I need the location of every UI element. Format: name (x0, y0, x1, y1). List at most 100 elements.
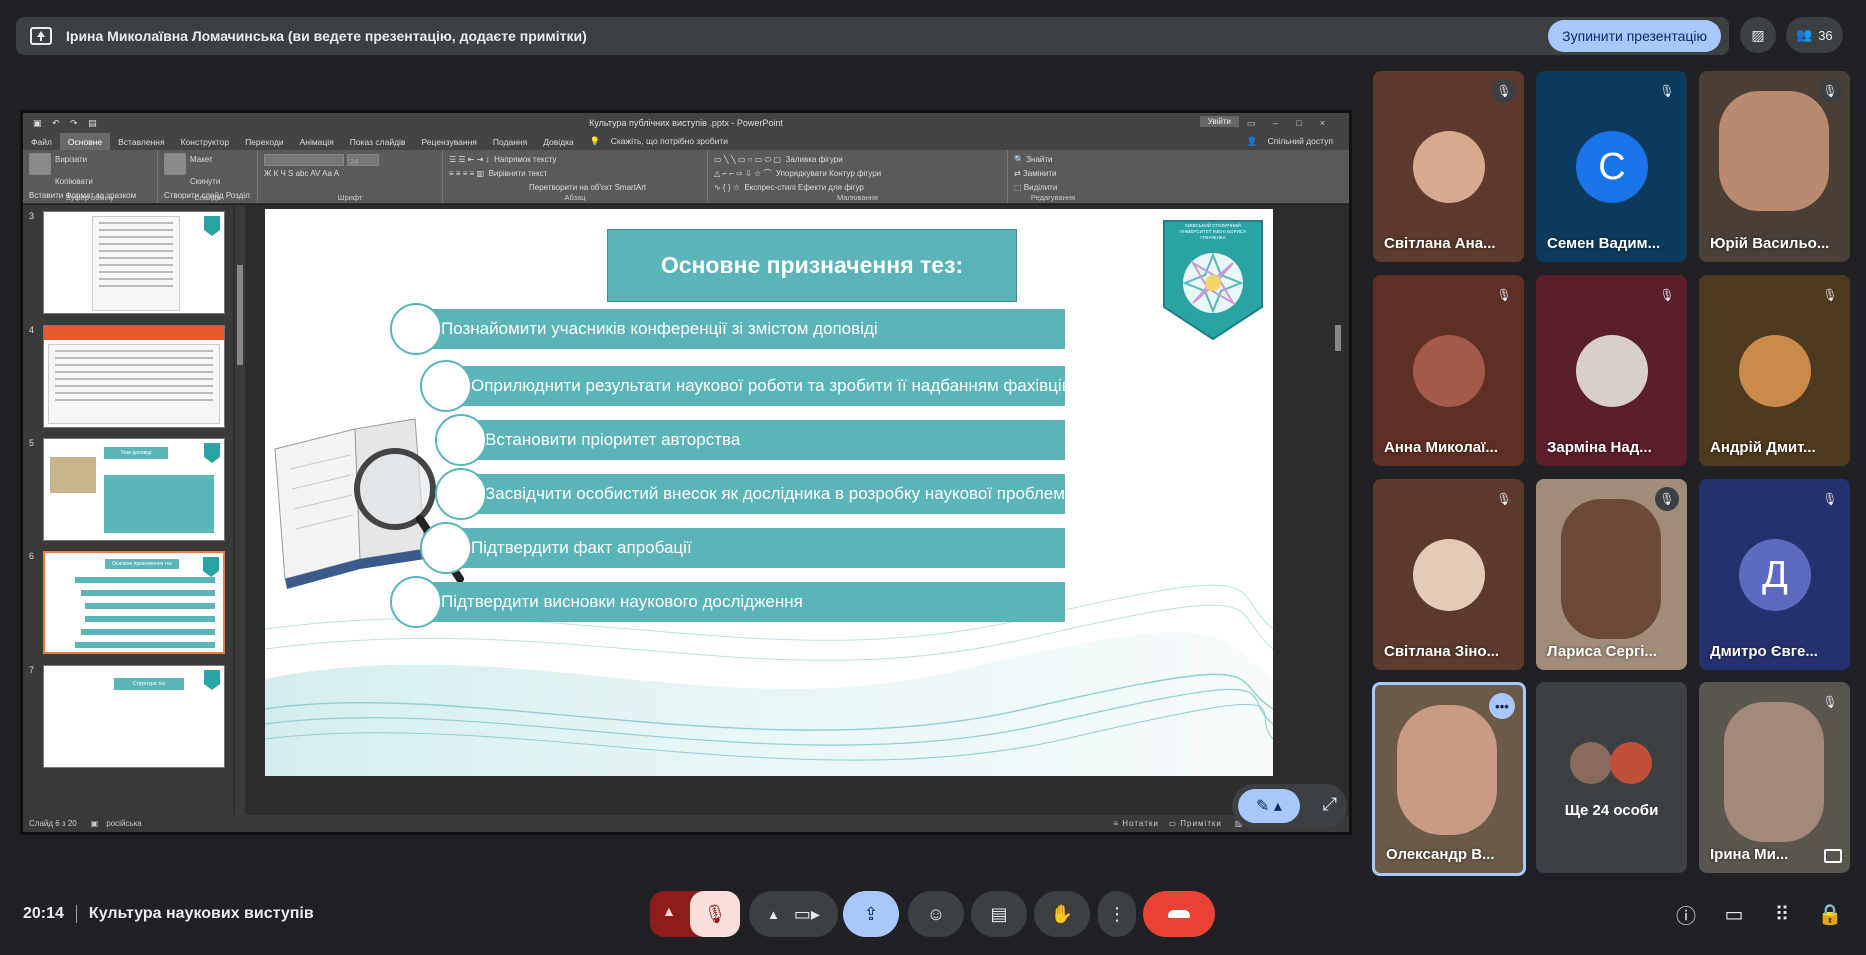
spellcheck-icon[interactable]: ▣ (91, 819, 99, 828)
info-icon[interactable]: ⓘ (1672, 900, 1700, 928)
shapes-gallery-2[interactable]: △ ⌐ ⌐ ⇨ ⇩ ☆ ⌒ (714, 169, 771, 178)
participant-tile[interactable]: 🎙 Зарміна Над... (1536, 275, 1687, 466)
participant-tile[interactable]: С 🎙 Семен Вадим... (1536, 71, 1687, 262)
language-label[interactable]: російська (106, 819, 141, 828)
mic-off-icon: 🎙 (1818, 487, 1842, 511)
comments-button[interactable]: ▭ Примітки (1169, 819, 1222, 828)
slide-thumbnail-7[interactable]: Структура тез (43, 665, 225, 768)
thumb-number: 5 (29, 438, 35, 448)
bullet-circle (435, 414, 487, 466)
replace-button[interactable]: Замінити (1023, 169, 1057, 178)
arrange-button[interactable]: Упорядкувати (776, 169, 827, 178)
thumb-title: Тези доповіді (104, 447, 168, 459)
camera-toggle[interactable]: ▲ ▭▸ (749, 891, 838, 937)
ppt-menu-tabs: Файл Основне Вставлення Конструктор Пере… (23, 133, 1349, 150)
align-buttons[interactable]: ≡ ≡ ≡ ≡ ▥ (449, 169, 484, 178)
ppt-tab-transitions[interactable]: Переходи (237, 137, 292, 147)
thumb-logo-icon (204, 216, 220, 236)
font-format-buttons[interactable]: Ж К Ч S abc AV Aa A (264, 167, 436, 181)
ppt-tab-review[interactable]: Рецензування (413, 137, 484, 147)
reactions-button[interactable]: ☺ (908, 891, 964, 937)
captions-button[interactable]: ▤ (971, 891, 1027, 937)
thumb-number: 3 (29, 211, 35, 221)
ppt-tab-animation[interactable]: Анімація (292, 137, 342, 147)
participant-tile[interactable]: 🎙 Лариса Сергі... (1536, 479, 1687, 670)
participant-tile[interactable]: 🎙 Юрій Васильо... (1699, 71, 1850, 262)
shape-effects-button[interactable]: Ефекти для фігур (798, 183, 864, 192)
present-button[interactable]: ⇪ (843, 891, 899, 937)
ppt-tab-view[interactable]: Подання (485, 137, 535, 147)
slide-thumbnail-6-selected[interactable]: Основне призначення тез (43, 551, 225, 654)
participant-tile-speaking[interactable]: ••• Олександр В... (1372, 682, 1526, 876)
slide-thumbnail-3[interactable] (43, 211, 225, 314)
participant-tile[interactable]: 🎙 Світлана Зіно... (1373, 479, 1524, 670)
font-name-box[interactable] (264, 153, 344, 166)
ppt-share-button[interactable]: 👤 Спільний доступ (1239, 136, 1349, 147)
reset-button[interactable]: Скинути (190, 175, 251, 189)
ppt-tab-design[interactable]: Конструктор (173, 137, 237, 147)
ppt-tell-me[interactable]: 💡 Скажіть, що потрібно зробити (582, 136, 744, 147)
participant-name: Анна Миколаї... (1384, 439, 1498, 456)
ppt-tab-file[interactable]: Файл (23, 137, 60, 147)
mic-off-icon: 🎙 (1818, 79, 1842, 103)
mic-off-icon: 🎙 (1822, 695, 1838, 709)
list-buttons[interactable]: ☰ ☰ ⇤ ⇥ ↕ (449, 155, 490, 164)
find-button[interactable]: Знайти (1026, 155, 1052, 164)
new-slide-icon[interactable] (164, 153, 186, 175)
ppt-window-controls[interactable]: ▭–□× (1247, 118, 1343, 129)
ribbon-drawing: ▭ ╲ ╲ ▭ ○ ▭ ⬭ ▢ Заливка фігури △ ⌐ ⌐ ⇨ ⇩… (708, 150, 1008, 203)
ppt-tab-home[interactable]: Основне (59, 133, 111, 150)
annotation-pen-button[interactable]: ✎ ▴ (1238, 789, 1300, 823)
cut-button[interactable]: Вирізати (55, 155, 87, 164)
ppt-tab-insert[interactable]: Вставлення (110, 137, 172, 147)
participant-tile[interactable]: 🎙 Світлана Ана... (1373, 71, 1524, 262)
microphone-toggle[interactable]: 🎙 (690, 891, 740, 937)
shapes-gallery[interactable]: ▭ ╲ ╲ ▭ ○ ▭ ⬭ ▢ (714, 155, 781, 164)
slide-scrollbar[interactable] (1333, 205, 1343, 815)
mic-off-icon: 🎙 (1492, 283, 1516, 307)
slide-thumbnail-4[interactable] (43, 325, 225, 428)
copy-button[interactable]: Копіювати (55, 175, 151, 189)
shapes-gallery-3[interactable]: ∿ { } ☆ (714, 183, 740, 192)
host-controls-icon[interactable]: 🔒 (1816, 900, 1844, 928)
participant-tile[interactable]: Д 🎙 Дмитро Євге... (1699, 479, 1850, 670)
shape-outline-button[interactable]: Контур фігури (829, 169, 881, 178)
text-direction-button[interactable]: Напрямок тексту (494, 155, 556, 164)
thumb-bar (85, 616, 215, 622)
select-button[interactable]: Виділити (1024, 183, 1058, 192)
more-options-button[interactable]: ⋮ (1098, 891, 1136, 937)
logo-text: КИЇВСЬКИЙ СТОЛИЧНИЙ УНІВЕРСИТЕТ ІМЕНІ БО… (1179, 223, 1247, 240)
meeting-title: Культура наукових виступів (88, 905, 314, 922)
participant-tile[interactable]: 🎙 Анна Миколаї... (1373, 275, 1524, 466)
ppt-tab-help[interactable]: Довідка (535, 137, 582, 147)
font-group-label: Шрифт (337, 193, 363, 202)
picture-in-picture-icon[interactable] (1824, 849, 1842, 863)
ppt-login-button[interactable]: Увійти (1199, 116, 1239, 127)
expand-icon[interactable]: ⤢ (1323, 794, 1337, 815)
participant-name: Андрій Дмит... (1710, 439, 1816, 456)
layout-button[interactable]: Макет (190, 155, 213, 164)
raise-hand-button[interactable]: ✋ (1034, 891, 1090, 937)
participant-tile[interactable]: 🎙 Андрій Дмит... (1699, 275, 1850, 466)
align-text-button[interactable]: Вирівняти текст (489, 169, 548, 178)
more-participants-tile[interactable]: Ще 24 особи (1536, 682, 1687, 873)
paste-icon[interactable] (29, 153, 51, 175)
stop-presenting-button[interactable]: Зупинити презентацію (1548, 20, 1721, 52)
slide-thumbnail-5[interactable]: Тези доповіді (43, 438, 225, 541)
ppt-ribbon: Вирізати Копіювати Вставити Формат за зр… (23, 150, 1349, 204)
ppt-tab-slideshow[interactable]: Показ слайдів (342, 137, 414, 147)
participant-tile-self[interactable]: 🎙 Ірина Ми... (1699, 682, 1850, 873)
quick-styles-button[interactable]: Експрес-стилі (744, 183, 795, 192)
more-options-icon[interactable]: ••• (1489, 693, 1515, 719)
font-size-box[interactable]: 24 (347, 153, 379, 166)
chat-icon[interactable]: ▭ (1720, 900, 1748, 928)
activities-icon[interactable]: ⠿ (1768, 900, 1796, 928)
leave-call-button[interactable] (1143, 891, 1215, 937)
hide-tiles-icon[interactable]: ▨ (1740, 17, 1776, 53)
bullet-circle (390, 576, 442, 628)
thumbs-scrollbar[interactable] (235, 205, 245, 815)
notes-button[interactable]: ≡ Нотатки (1113, 819, 1158, 828)
shape-fill-button[interactable]: Заливка фігури (786, 155, 843, 164)
people-count-button[interactable]: 👥 36 (1786, 17, 1843, 53)
bullet-circle (390, 303, 442, 355)
